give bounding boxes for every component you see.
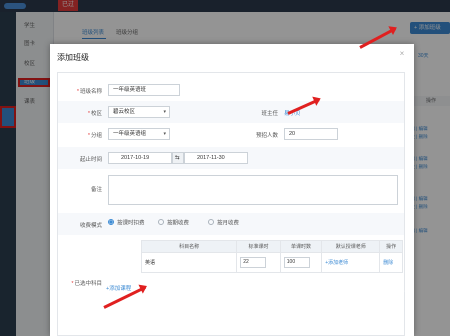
group-label: *分组 <box>87 133 102 139</box>
col-unit-hours: 单课时数 <box>279 240 323 253</box>
radio-dot <box>158 219 164 225</box>
class-name-input[interactable]: 一年级英语班 <box>108 84 180 96</box>
standard-hours-input[interactable]: 22 <box>240 257 267 268</box>
end-date-input[interactable]: 2017-11-30 <box>184 152 248 164</box>
table-header-row: 科目名称 标准课时 单课时数 默认授课老师 操作 <box>140 240 403 253</box>
radio-dot <box>208 219 214 225</box>
courses-table: 科目名称 标准课时 单课时数 默认授课老师 操作 英语 22 100 +添加老师… <box>140 240 403 273</box>
close-icon[interactable]: × <box>397 49 407 59</box>
chevron-down-icon: ▾ <box>163 109 166 115</box>
remark-textarea[interactable] <box>108 175 398 205</box>
required-mark: * <box>87 133 90 139</box>
teacher-cell: +添加老师 <box>321 252 381 273</box>
charge-mode-label: 收费模式 <box>79 223 102 229</box>
start-date-input[interactable]: 2017-10-19 <box>108 152 172 164</box>
capacity-input[interactable]: 20 <box>284 128 338 140</box>
delete-course-link[interactable]: 删除 <box>383 260 393 266</box>
period-label: 起止时间 <box>79 157 102 163</box>
group-select[interactable]: 一年级英语组 ▾ <box>108 128 170 140</box>
col-operation: 操作 <box>379 240 403 253</box>
group-select-value: 一年级英语组 <box>113 131 147 137</box>
head-teacher-label: 班主任 <box>261 111 278 117</box>
range-separator: ⇆ <box>172 152 184 164</box>
unit-hours-input[interactable]: 100 <box>283 257 310 268</box>
campus-select-value: 碧云校区 <box>113 109 136 115</box>
capacity-label: 预招人数 <box>255 133 278 139</box>
charge-mode-radio-hours[interactable]: 按课时扣费 <box>108 219 145 227</box>
col-teacher: 默认授课老师 <box>321 240 381 253</box>
course-name-cell: 英语 <box>140 252 238 273</box>
col-standard-hours: 标准课时 <box>236 240 281 253</box>
remark-label: 备注 <box>90 187 102 193</box>
required-mark: * <box>87 111 90 117</box>
table-row: 英语 22 100 +添加老师 删除 <box>140 252 403 273</box>
campus-select[interactable]: 碧云校区 ▾ <box>108 106 170 118</box>
charge-mode-radio-month[interactable]: 按月收费 <box>208 219 239 227</box>
standard-hours-cell: 22 <box>236 252 281 273</box>
charge-mode-radio-term[interactable]: 按期收费 <box>158 219 189 227</box>
chevron-down-icon: ▾ <box>163 131 166 137</box>
unit-hours-cell: 100 <box>279 252 323 273</box>
add-course-link[interactable]: +添加课程 <box>106 284 131 292</box>
dialog-title: 添加班级 <box>57 53 89 62</box>
campus-label: *校区 <box>87 111 102 117</box>
required-mark: * <box>76 89 79 95</box>
radio-dot <box>108 219 114 225</box>
operation-cell: 删除 <box>379 252 403 273</box>
class-name-label: *班级名称 <box>76 89 102 95</box>
courses-label: *已选中科目 <box>71 281 102 287</box>
add-teacher-link[interactable]: +添加老师 <box>325 260 348 266</box>
watermark-text: 软件技巧 <box>318 288 406 312</box>
col-subject: 科目名称 <box>140 240 238 253</box>
